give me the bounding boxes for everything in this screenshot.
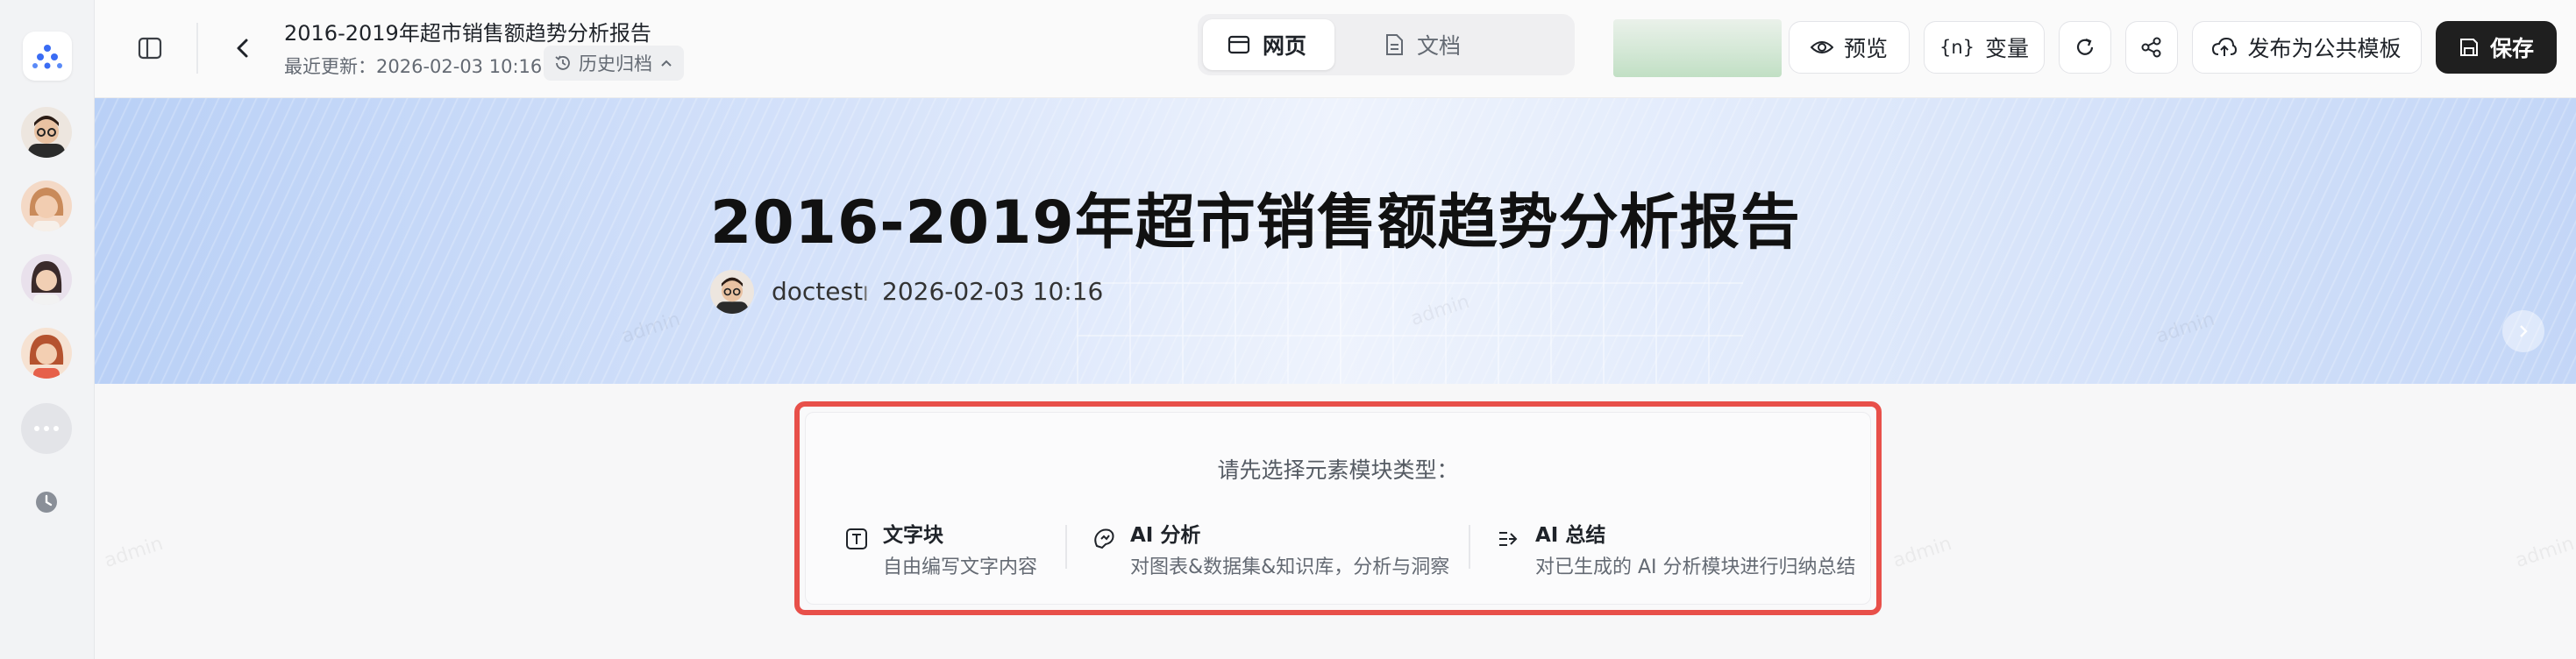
refresh-button[interactable] xyxy=(2059,21,2111,74)
left-rail xyxy=(0,0,95,659)
history-icon xyxy=(555,55,570,70)
cloud-upload-icon xyxy=(2212,37,2238,56)
brand-logo-icon[interactable] xyxy=(23,32,72,81)
document-icon xyxy=(1386,34,1403,55)
option-title: 文字块 xyxy=(883,524,943,547)
watermark: admin xyxy=(2512,532,2576,573)
tab-webpage-label: 网页 xyxy=(1263,33,1307,59)
watermark: admin xyxy=(1889,532,1955,573)
tab-document-label: 文档 xyxy=(1417,33,1462,59)
history-archive-label: 历史归档 xyxy=(579,53,652,74)
avatar[interactable] xyxy=(21,181,72,231)
text-block-icon xyxy=(846,528,867,549)
chevron-right-icon xyxy=(2520,325,2528,337)
option-title: AI 总结 xyxy=(1535,524,1606,547)
refresh-icon xyxy=(2076,38,2094,55)
eye-icon xyxy=(1810,41,1833,53)
share-button[interactable] xyxy=(2125,21,2178,74)
option-ai-summary[interactable]: AI 总结 对已生成的 AI 分析模块进行归纳总结 xyxy=(1497,518,1874,579)
avatar[interactable] xyxy=(21,107,72,158)
clock-icon[interactable] xyxy=(35,491,58,514)
preview-label: 预览 xyxy=(1843,36,1888,61)
top-header: 2016-2019年超市销售额趋势分析报告 最近更新：2026-02-03 10… xyxy=(95,0,2576,98)
last-update-text: 最近更新：2026-02-03 10:16 xyxy=(284,56,543,77)
sidebar-toggle-icon[interactable] xyxy=(137,35,163,61)
more-dots-icon[interactable] xyxy=(21,403,72,454)
module-type-picker-panel: 请先选择元素模块类型： 文字块 自由编写文字内容 AI 分析 对图表&数据集&知… xyxy=(805,412,1871,605)
avatar[interactable] xyxy=(21,328,72,379)
variables-icon: {n} xyxy=(1939,37,1975,58)
save-label: 保存 xyxy=(2489,36,2534,61)
meta-separator: I xyxy=(863,284,869,306)
option-title: AI 分析 xyxy=(1130,524,1201,547)
publish-template-label: 发布为公共模板 xyxy=(2247,36,2402,61)
save-icon xyxy=(2459,39,2478,56)
cover-thumbnail[interactable] xyxy=(1613,19,1782,77)
report-date: 2026-02-03 10:16 xyxy=(882,277,1104,306)
document-title: 2016-2019年超市销售额趋势分析报告 xyxy=(284,21,651,46)
option-desc: 自由编写文字内容 xyxy=(883,556,1038,578)
option-text-block[interactable]: 文字块 自由编写文字内容 xyxy=(844,518,1055,579)
option-desc: 对已生成的 AI 分析模块进行归纳总结 xyxy=(1535,556,1856,578)
ai-analysis-icon xyxy=(1094,528,1114,549)
publish-template-button[interactable]: 发布为公共模板 xyxy=(2192,21,2422,74)
option-ai-analysis[interactable]: AI 分析 对图表&数据集&知识库，分析与洞察 xyxy=(1092,518,1469,579)
tab-document[interactable]: 文档 xyxy=(1359,19,1499,70)
author-name: doctest xyxy=(772,277,864,306)
preview-button[interactable]: 预览 xyxy=(1789,21,1910,74)
author-avatar xyxy=(710,270,754,314)
option-divider xyxy=(1065,525,1067,569)
banner-next-button[interactable] xyxy=(2502,310,2544,352)
variables-label: 变量 xyxy=(1985,36,2030,61)
back-arrow-icon[interactable] xyxy=(230,35,256,61)
tab-webpage[interactable]: 网页 xyxy=(1203,19,1334,70)
header-divider xyxy=(196,23,198,74)
module-type-picker: 请先选择元素模块类型： 文字块 自由编写文字内容 AI 分析 对图表&数据集&知… xyxy=(794,401,1882,615)
history-archive-button[interactable]: 历史归档 xyxy=(544,46,684,81)
option-desc: 对图表&数据集&知识库，分析与洞察 xyxy=(1130,556,1450,578)
option-divider xyxy=(1469,525,1470,569)
webpage-icon xyxy=(1228,35,1250,54)
view-mode-switcher: 网页 文档 xyxy=(1198,14,1575,75)
avatar[interactable] xyxy=(21,254,72,305)
watermark: admin xyxy=(101,532,167,573)
picker-prompt: 请先选择元素模块类型： xyxy=(1217,457,1459,483)
chevron-up-icon xyxy=(661,60,672,67)
save-button[interactable]: 保存 xyxy=(2436,21,2557,74)
report-title: 2016-2019年超市销售额趋势分析报告 xyxy=(710,188,1801,258)
report-banner: 2016-2019年超市销售额趋势分析报告 doctest I 2026-02-… xyxy=(95,98,2576,384)
variables-button[interactable]: {n} 变量 xyxy=(1924,21,2045,74)
share-icon xyxy=(2141,37,2161,58)
ai-summary-icon xyxy=(1499,532,1518,546)
